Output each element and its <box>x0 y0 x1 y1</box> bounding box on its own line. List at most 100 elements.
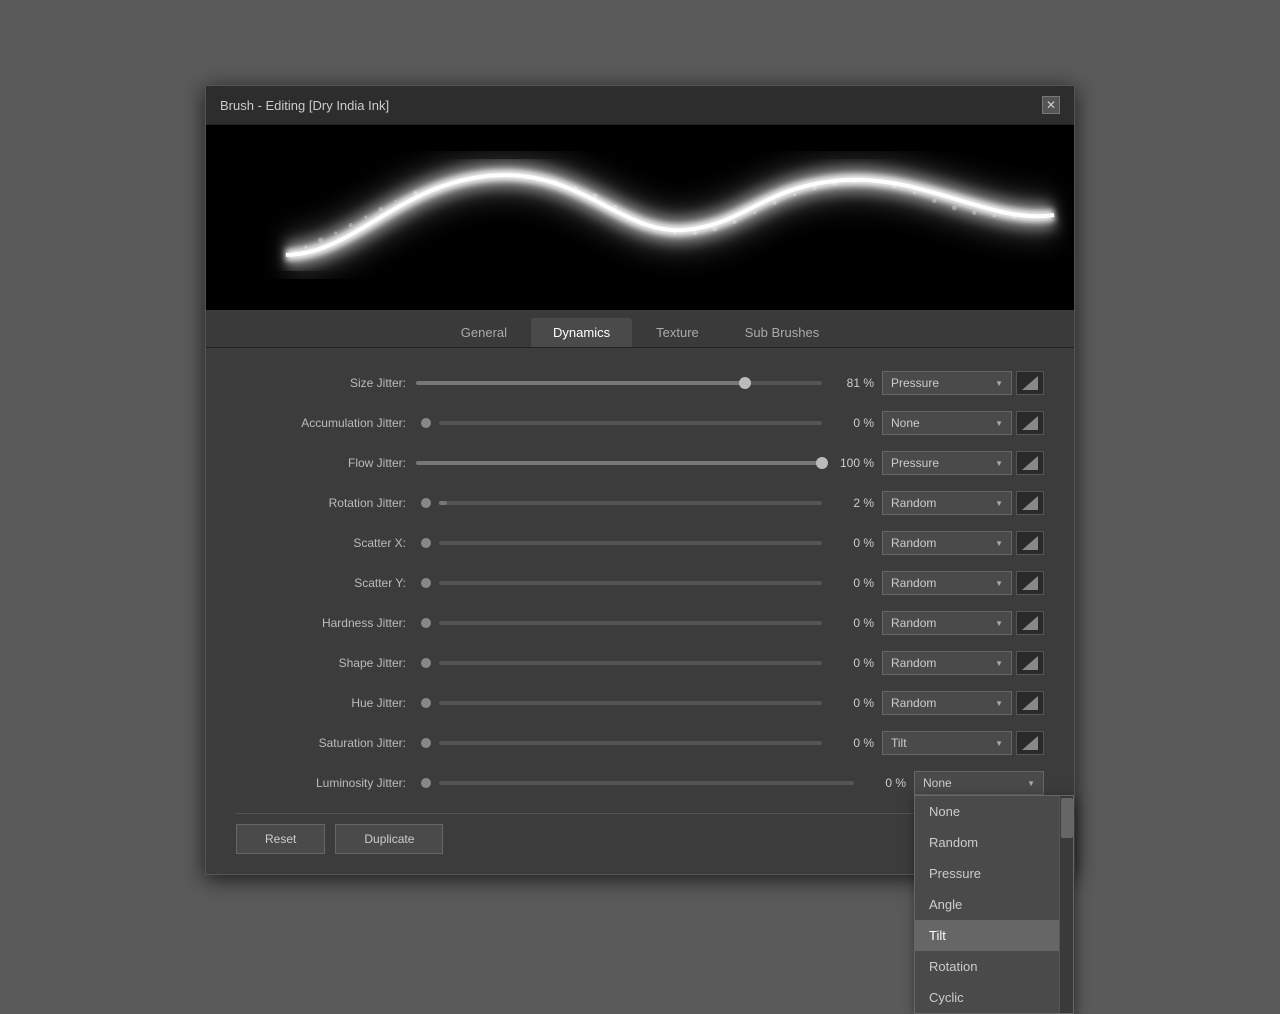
dropdown-arrow-hardness-jitter: ▼ <box>995 619 1003 628</box>
label-hue-jitter: Hue Jitter: <box>236 696 416 710</box>
dropdown-value-luminosity-jitter: None <box>923 776 952 790</box>
slider-scatter-y[interactable] <box>416 573 822 593</box>
graph-btn-saturation-jitter[interactable] <box>1016 731 1044 755</box>
value-hue-jitter: 0 % <box>822 696 882 710</box>
dropdown-value-accumulation-jitter: None <box>891 416 920 430</box>
graph-btn-size-jitter[interactable] <box>1016 371 1044 395</box>
dot-hue-jitter <box>421 698 431 708</box>
label-shape-jitter: Shape Jitter: <box>236 656 416 670</box>
dropdown-arrow-scatter-y: ▼ <box>995 579 1003 588</box>
graph-btn-hardness-jitter[interactable] <box>1016 611 1044 635</box>
slider-rotation-jitter[interactable] <box>416 493 822 513</box>
dropdown-value-saturation-jitter: Tilt <box>891 736 907 750</box>
menu-item-angle[interactable]: Angle <box>915 889 1059 920</box>
dropdown-hardness-jitter[interactable]: Random▼ <box>882 611 1012 635</box>
dropdown-saturation-jitter[interactable]: Tilt▼ <box>882 731 1012 755</box>
dropdown-arrow-flow-jitter: ▼ <box>995 459 1003 468</box>
dot-accumulation-jitter <box>421 418 431 428</box>
label-size-jitter: Size Jitter: <box>236 376 416 390</box>
dropdown-scatter-x[interactable]: Random▼ <box>882 531 1012 555</box>
row-hue-jitter: Hue Jitter: 0 %Random▼ <box>236 688 1044 718</box>
graph-btn-scatter-y[interactable] <box>1016 571 1044 595</box>
dot-scatter-y <box>421 578 431 588</box>
slider-luminosity-jitter[interactable] <box>416 773 854 793</box>
dot-scatter-x <box>421 538 431 548</box>
dot-saturation-jitter <box>421 738 431 748</box>
row-scatter-x: Scatter X:0 %Random▼ <box>236 528 1044 558</box>
dropdown-wrapper-scatter-y: Random▼ <box>882 571 1012 595</box>
row-luminosity-jitter: Luminosity Jitter:0 %None▼NoneRandomPres… <box>236 768 1044 798</box>
value-scatter-x: 0 % <box>822 536 882 550</box>
dropdown-scrollbar[interactable] <box>1059 796 1073 1013</box>
value-accumulation-jitter: 0 % <box>822 416 882 430</box>
row-saturation-jitter: Saturation Jitter:0 %Tilt▼ <box>236 728 1044 758</box>
tab-dynamics[interactable]: Dynamics <box>531 318 632 347</box>
dropdown-wrapper-accumulation-jitter: None ▼ <box>882 411 1012 435</box>
dropdown-accumulation-jitter[interactable]: None ▼ <box>882 411 1012 435</box>
dropdown-rotation-jitter[interactable]: Random ▼ <box>882 491 1012 515</box>
dropdown-luminosity-jitter[interactable]: None ▼ <box>914 771 1044 795</box>
tab-sub-brushes[interactable]: Sub Brushes <box>723 318 841 347</box>
value-size-jitter: 81 % <box>822 376 882 390</box>
graph-btn-shape-jitter[interactable] <box>1016 651 1044 675</box>
dropdown-wrapper-rotation-jitter: Random ▼ <box>882 491 1012 515</box>
dropdown-scatter-y[interactable]: Random▼ <box>882 571 1012 595</box>
label-rotation-jitter: Rotation Jitter: <box>236 496 416 510</box>
menu-item-pressure[interactable]: Pressure <box>915 858 1059 889</box>
title-bar: Brush - Editing [Dry India Ink] ✕ <box>206 86 1074 125</box>
dropdown-value-shape-jitter: Random <box>891 656 936 670</box>
dropdown-wrapper-hue-jitter: Random▼ <box>882 691 1012 715</box>
slider-shape-jitter[interactable] <box>416 653 822 673</box>
dropdown-arrow-luminosity-jitter: ▼ <box>1027 779 1035 788</box>
slider-flow-jitter[interactable] <box>416 453 822 473</box>
label-hardness-jitter: Hardness Jitter: <box>236 616 416 630</box>
slider-saturation-jitter[interactable] <box>416 733 822 753</box>
menu-item-none[interactable]: None <box>915 796 1059 827</box>
graph-btn-scatter-x[interactable] <box>1016 531 1044 555</box>
label-scatter-y: Scatter Y: <box>236 576 416 590</box>
dropdown-wrapper-flow-jitter: Pressure▼ <box>882 451 1012 475</box>
label-flow-jitter: Flow Jitter: <box>236 456 416 470</box>
dropdown-arrow-shape-jitter: ▼ <box>995 659 1003 668</box>
tab-general[interactable]: General <box>439 318 529 347</box>
duplicate-button[interactable]: Duplicate <box>335 824 443 854</box>
dropdown-hue-jitter[interactable]: Random▼ <box>882 691 1012 715</box>
close-button[interactable]: ✕ <box>1042 96 1060 114</box>
row-accumulation-jitter: Accumulation Jitter:0 %None▼ <box>236 408 1044 438</box>
value-saturation-jitter: 0 % <box>822 736 882 750</box>
dropdown-wrapper-luminosity-jitter: None▼NoneRandomPressureAngleTiltRotation… <box>914 771 1044 795</box>
dropdown-arrow-hue-jitter: ▼ <box>995 699 1003 708</box>
row-hardness-jitter: Hardness Jitter:0 %Random▼ <box>236 608 1044 638</box>
slider-hardness-jitter[interactable] <box>416 613 822 633</box>
menu-item-random[interactable]: Random <box>915 827 1059 858</box>
dropdown-shape-jitter[interactable]: Random ▼ <box>882 651 1012 675</box>
graph-btn-flow-jitter[interactable] <box>1016 451 1044 475</box>
dropdown-arrow-rotation-jitter: ▼ <box>995 499 1003 508</box>
row-rotation-jitter: Rotation Jitter:2 %Random▼ <box>236 488 1044 518</box>
menu-item-cyclic[interactable]: Cyclic <box>915 982 1059 1013</box>
slider-hue-jitter[interactable] <box>416 693 822 713</box>
dropdown-size-jitter[interactable]: Pressure▼ <box>882 371 1012 395</box>
menu-item-tilt[interactable]: Tilt <box>915 920 1059 951</box>
dropdown-value-size-jitter: Pressure <box>891 376 939 390</box>
graph-btn-rotation-jitter[interactable] <box>1016 491 1044 515</box>
dropdown-flow-jitter[interactable]: Pressure▼ <box>882 451 1012 475</box>
value-scatter-y: 0 % <box>822 576 882 590</box>
slider-size-jitter[interactable] <box>416 373 822 393</box>
slider-scatter-x[interactable] <box>416 533 822 553</box>
dot-shape-jitter <box>421 658 431 668</box>
menu-item-rotation[interactable]: Rotation <box>915 951 1059 982</box>
row-flow-jitter: Flow Jitter:100 %Pressure▼ <box>236 448 1044 478</box>
tab-texture[interactable]: Texture <box>634 318 721 347</box>
graph-btn-hue-jitter[interactable] <box>1016 691 1044 715</box>
dropdown-wrapper-shape-jitter: Random ▼ <box>882 651 1012 675</box>
dropdown-value-scatter-x: Random <box>891 536 936 550</box>
reset-button[interactable]: Reset <box>236 824 325 854</box>
graph-btn-accumulation-jitter[interactable] <box>1016 411 1044 435</box>
dropdown-wrapper-saturation-jitter: Tilt▼ <box>882 731 1012 755</box>
slider-accumulation-jitter[interactable] <box>416 413 822 433</box>
dropdown-arrow-accumulation-jitter: ▼ <box>995 419 1003 428</box>
luminosity-dropdown-menu: NoneRandomPressureAngleTiltRotationCycli… <box>914 795 1074 1014</box>
dropdown-value-rotation-jitter: Random <box>891 496 936 510</box>
dropdown-wrapper-size-jitter: Pressure▼ <box>882 371 1012 395</box>
